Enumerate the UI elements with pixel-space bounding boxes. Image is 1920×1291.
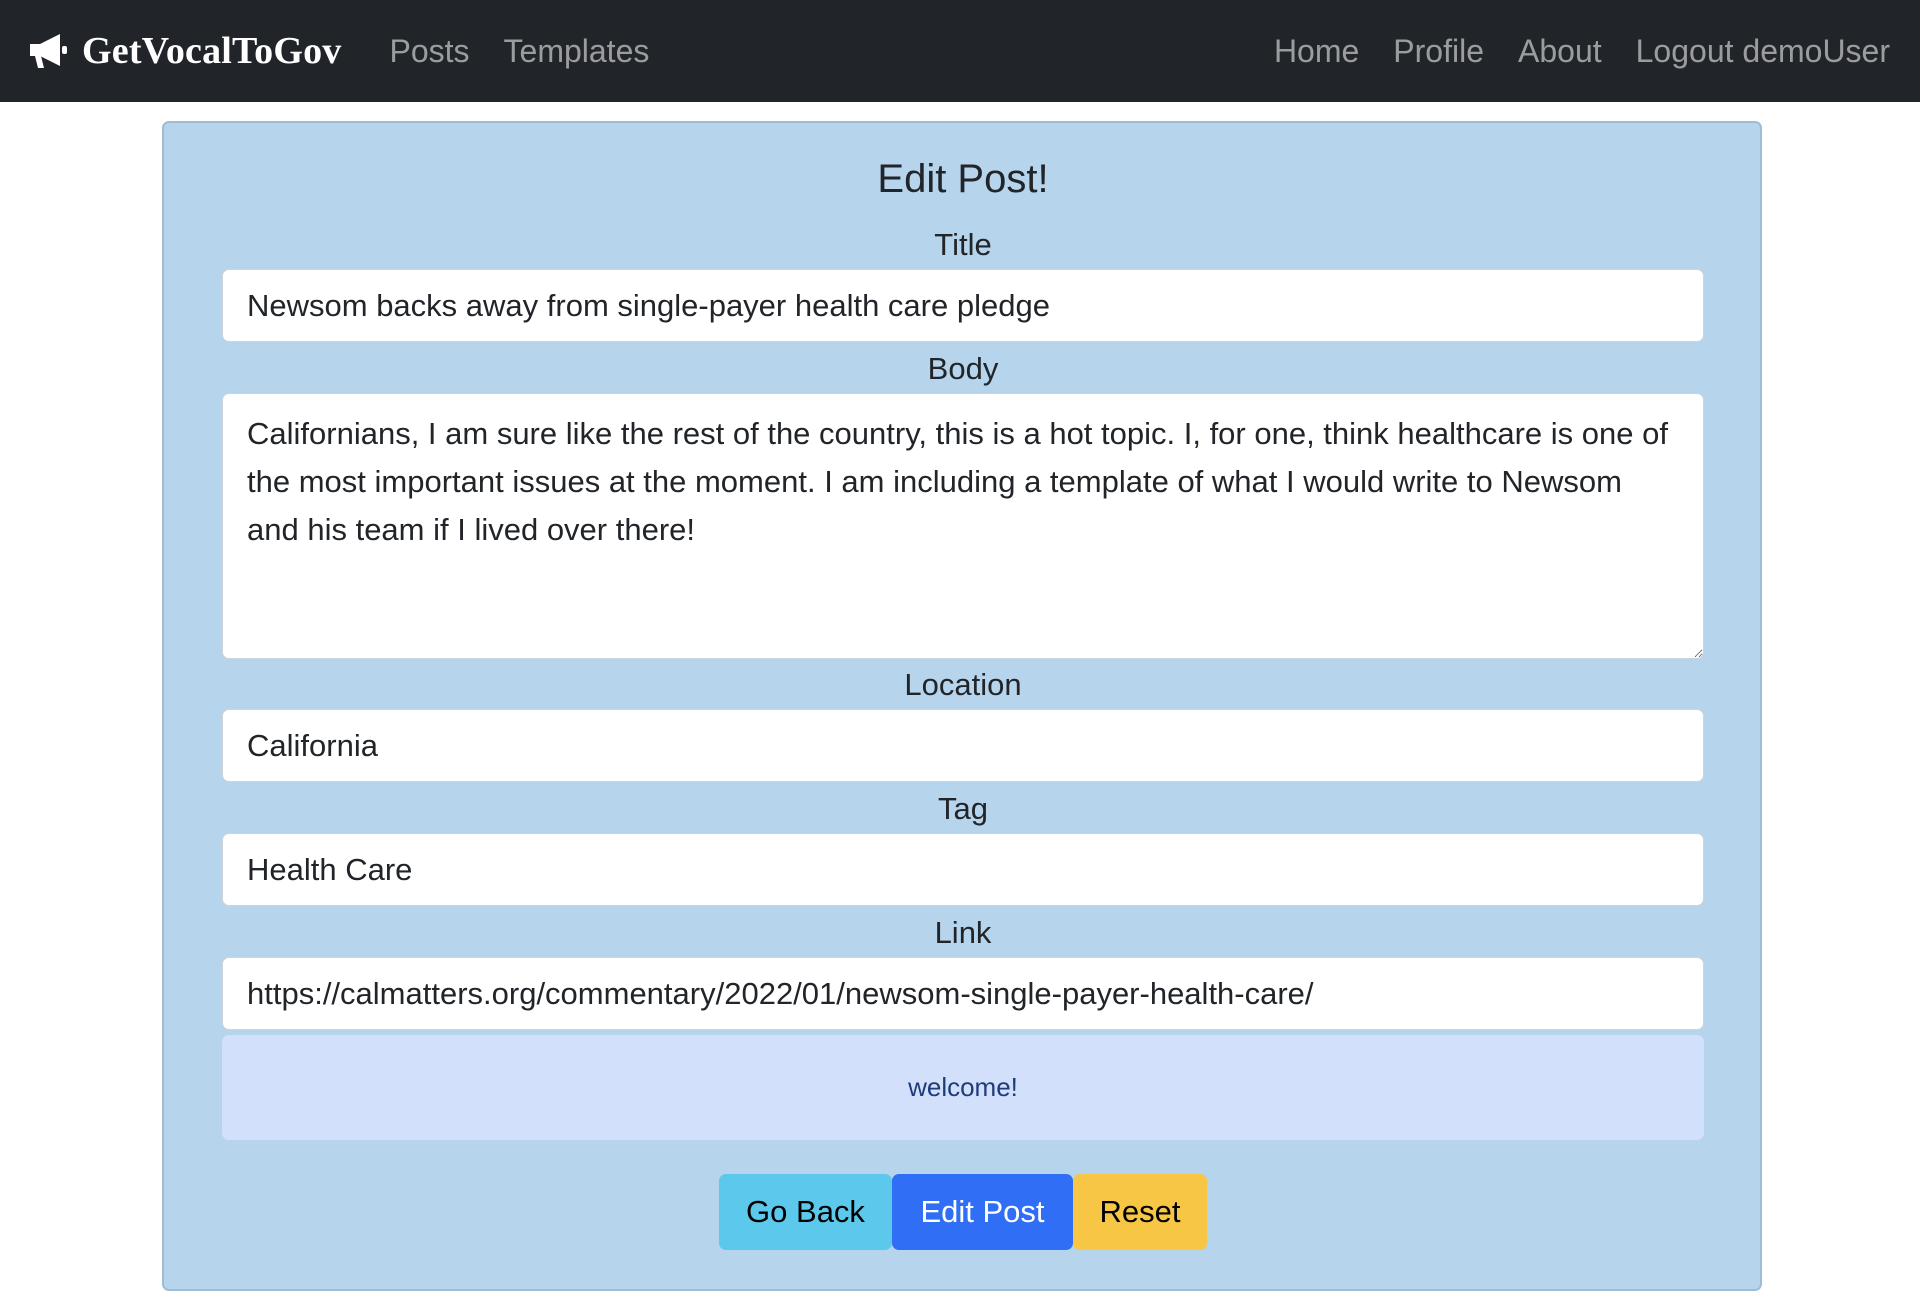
- body-textarea[interactable]: Californians, I am sure like the rest of…: [222, 393, 1704, 659]
- go-back-button[interactable]: Go Back: [719, 1174, 892, 1250]
- body-label: Body: [927, 351, 999, 386]
- location-input[interactable]: [222, 709, 1704, 782]
- alert-message: welcome!: [908, 1072, 1018, 1102]
- welcome-alert: welcome!: [222, 1035, 1704, 1140]
- title-input[interactable]: [222, 269, 1704, 342]
- title-label: Title: [934, 227, 992, 262]
- tag-input[interactable]: [222, 833, 1704, 906]
- nav-link-logout[interactable]: Logout demoUser: [1636, 33, 1890, 70]
- nav-link-posts[interactable]: Posts: [389, 33, 469, 70]
- reset-button[interactable]: Reset: [1073, 1174, 1207, 1250]
- nav-right-links: Home Profile About Logout demoUser: [1274, 33, 1890, 70]
- megaphone-icon: [26, 29, 70, 73]
- edit-post-card: Edit Post! Title Body Californians, I am…: [162, 121, 1762, 1291]
- nav-link-about[interactable]: About: [1518, 33, 1602, 70]
- link-label: Link: [934, 915, 992, 950]
- location-label: Location: [904, 667, 1022, 702]
- brand-name: GetVocalToGov: [82, 30, 342, 72]
- nav-left-links: Posts Templates: [389, 33, 649, 70]
- form-actions: Go Back Edit Post Reset: [222, 1174, 1704, 1250]
- edit-post-button[interactable]: Edit Post: [892, 1174, 1073, 1250]
- nav-link-profile[interactable]: Profile: [1393, 33, 1484, 70]
- navbar: GetVocalToGov Posts Templates Home Profi…: [0, 0, 1920, 102]
- link-input[interactable]: [222, 957, 1704, 1030]
- tag-label: Tag: [938, 791, 988, 826]
- nav-link-home[interactable]: Home: [1274, 33, 1359, 70]
- brand-link[interactable]: GetVocalToGov: [26, 29, 341, 73]
- form-heading: Edit Post!: [877, 157, 1049, 201]
- nav-link-templates[interactable]: Templates: [504, 33, 650, 70]
